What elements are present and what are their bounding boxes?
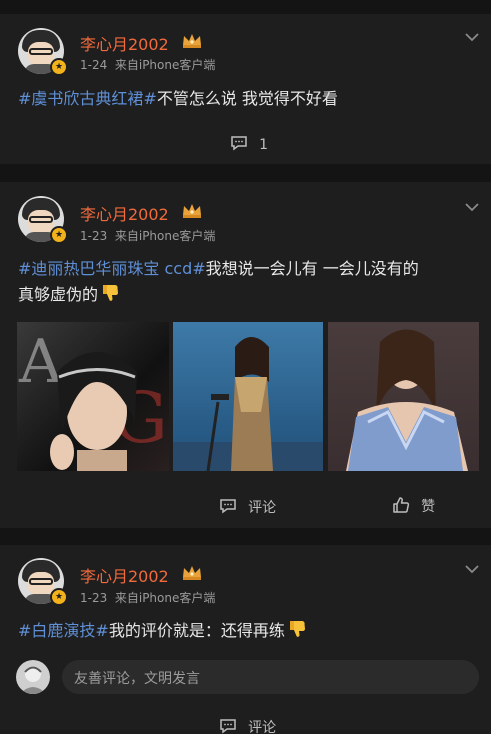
- post-meta: 1-24 来自iPhone客户端: [80, 58, 216, 72]
- comment-icon: [220, 719, 236, 734]
- post-card[interactable]: ★ 李心月2002 1-24 来自iPhone客户端 #虞书欣古典红裙#不管怎么…: [0, 14, 491, 164]
- username[interactable]: 李心月2002: [80, 563, 169, 587]
- post-photo[interactable]: [328, 322, 479, 471]
- post-photo[interactable]: A G: [17, 322, 169, 471]
- vip-badge-icon: ★: [50, 588, 68, 606]
- crown-icon: [183, 34, 201, 48]
- hashtag-link[interactable]: #虞书欣古典红裙#: [18, 89, 157, 108]
- hashtag-link[interactable]: #迪丽热巴华丽珠宝 ccd#: [18, 259, 206, 278]
- comment-input-placeholder: 友善评论，文明发言: [74, 671, 200, 687]
- hashtag-link[interactable]: #白鹿演技#: [18, 621, 109, 640]
- post-card[interactable]: ★ 李心月2002 1-23 来自iPhone客户端 #白鹿演技#我的评价就是：…: [0, 545, 491, 734]
- comment-button[interactable]: 1: [230, 134, 268, 153]
- post-text-line2: 真够虚伪的: [18, 285, 99, 304]
- chevron-down-icon[interactable]: [465, 564, 479, 574]
- username[interactable]: 李心月2002: [80, 31, 169, 55]
- comment-label: 评论: [248, 500, 277, 516]
- comment-button[interactable]: 评论: [219, 717, 276, 734]
- svg-text:A: A: [18, 327, 63, 397]
- post-meta: 1-23 来自iPhone客户端: [80, 591, 216, 605]
- post-text: 我的评价就是：还得再练: [108, 621, 285, 640]
- comment-icon: [220, 499, 236, 514]
- post-content: #虞书欣古典红裙#不管怎么说 我觉得不好看: [18, 86, 478, 112]
- vip-badge-icon: ★: [50, 58, 68, 76]
- post-text-line1: 我想说一会儿有 一会儿没有的: [205, 259, 419, 278]
- like-label: 赞: [421, 499, 436, 515]
- post-text: 不管怎么说 我觉得不好看: [156, 89, 338, 108]
- crown-icon: [183, 204, 201, 218]
- comment-input[interactable]: 友善评论，文明发言: [62, 660, 479, 694]
- comment-button[interactable]: 评论: [219, 497, 276, 517]
- comment-count: 1: [259, 137, 269, 153]
- post-photo[interactable]: [173, 322, 323, 471]
- current-user-avatar[interactable]: [16, 660, 50, 694]
- comment-label: 评论: [248, 720, 277, 734]
- weibo-feed: ★ 李心月2002 1-24 来自iPhone客户端 #虞书欣古典红裙#不管怎么…: [0, 0, 491, 734]
- post-content: #迪丽热巴华丽珠宝 ccd#我想说一会儿有 一会儿没有的 真够虚伪的: [18, 256, 478, 308]
- crown-icon: [183, 566, 201, 580]
- comment-icon: [231, 136, 247, 151]
- thumbs-down-emoji-icon: [289, 621, 305, 637]
- vip-badge-icon: ★: [50, 226, 68, 244]
- chevron-down-icon[interactable]: [465, 202, 479, 212]
- chevron-down-icon[interactable]: [465, 32, 479, 42]
- like-button[interactable]: 赞: [392, 496, 435, 516]
- post-content: #白鹿演技#我的评价就是：还得再练: [18, 618, 478, 644]
- thumbs-up-icon: [393, 497, 410, 513]
- post-meta: 1-23 来自iPhone客户端: [80, 229, 216, 243]
- thumbs-down-emoji-icon: [103, 285, 119, 301]
- username[interactable]: 李心月2002: [80, 201, 169, 225]
